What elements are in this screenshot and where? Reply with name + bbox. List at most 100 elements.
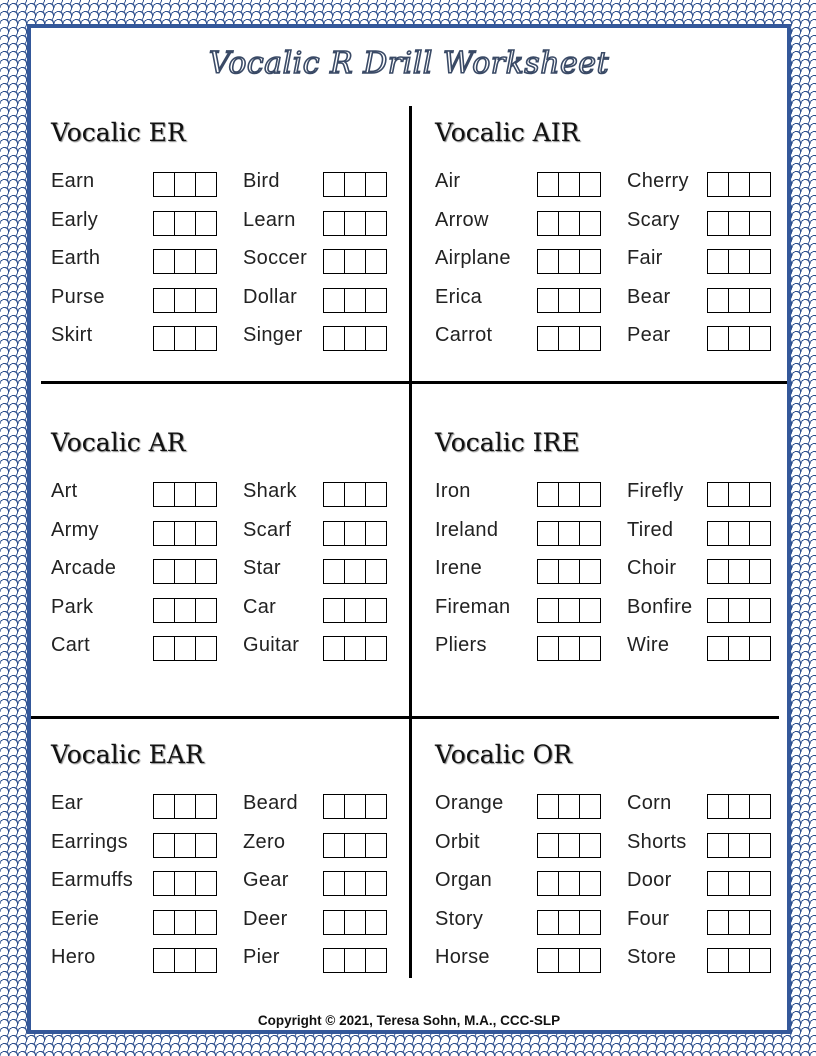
- tally-boxes[interactable]: [323, 948, 387, 973]
- tally-box[interactable]: [366, 173, 386, 196]
- tally-box[interactable]: [154, 911, 175, 934]
- tally-boxes[interactable]: [707, 598, 771, 623]
- tally-boxes[interactable]: [323, 249, 387, 274]
- tally-box[interactable]: [708, 173, 729, 196]
- tally-boxes[interactable]: [323, 521, 387, 546]
- tally-box[interactable]: [559, 250, 580, 273]
- tally-box[interactable]: [708, 949, 729, 972]
- tally-boxes[interactable]: [707, 521, 771, 546]
- tally-box[interactable]: [559, 834, 580, 857]
- tally-box[interactable]: [345, 289, 366, 312]
- tally-box[interactable]: [345, 483, 366, 506]
- tally-boxes[interactable]: [153, 948, 217, 973]
- tally-boxes[interactable]: [323, 910, 387, 935]
- tally-box[interactable]: [580, 522, 600, 545]
- tally-boxes[interactable]: [537, 559, 601, 584]
- tally-box[interactable]: [750, 599, 770, 622]
- tally-box[interactable]: [580, 637, 600, 660]
- tally-box[interactable]: [538, 637, 559, 660]
- tally-boxes[interactable]: [323, 636, 387, 661]
- tally-box[interactable]: [154, 795, 175, 818]
- tally-boxes[interactable]: [707, 559, 771, 584]
- tally-boxes[interactable]: [153, 211, 217, 236]
- tally-box[interactable]: [729, 911, 750, 934]
- tally-box[interactable]: [538, 173, 559, 196]
- tally-box[interactable]: [366, 599, 386, 622]
- tally-box[interactable]: [324, 599, 345, 622]
- tally-box[interactable]: [196, 872, 216, 895]
- tally-box[interactable]: [366, 289, 386, 312]
- tally-box[interactable]: [559, 949, 580, 972]
- tally-box[interactable]: [729, 599, 750, 622]
- tally-box[interactable]: [345, 560, 366, 583]
- tally-box[interactable]: [175, 637, 196, 660]
- tally-box[interactable]: [345, 911, 366, 934]
- tally-boxes[interactable]: [323, 794, 387, 819]
- tally-box[interactable]: [196, 483, 216, 506]
- tally-box[interactable]: [324, 949, 345, 972]
- tally-box[interactable]: [345, 327, 366, 350]
- tally-box[interactable]: [750, 560, 770, 583]
- tally-box[interactable]: [196, 560, 216, 583]
- tally-box[interactable]: [729, 250, 750, 273]
- tally-box[interactable]: [559, 599, 580, 622]
- tally-boxes[interactable]: [537, 482, 601, 507]
- tally-box[interactable]: [729, 872, 750, 895]
- tally-box[interactable]: [708, 560, 729, 583]
- tally-box[interactable]: [196, 212, 216, 235]
- tally-box[interactable]: [559, 483, 580, 506]
- tally-box[interactable]: [729, 522, 750, 545]
- tally-box[interactable]: [175, 289, 196, 312]
- tally-box[interactable]: [750, 173, 770, 196]
- tally-boxes[interactable]: [707, 871, 771, 896]
- tally-box[interactable]: [175, 949, 196, 972]
- tally-box[interactable]: [750, 250, 770, 273]
- tally-box[interactable]: [154, 327, 175, 350]
- tally-boxes[interactable]: [323, 559, 387, 584]
- tally-box[interactable]: [324, 560, 345, 583]
- tally-box[interactable]: [559, 872, 580, 895]
- tally-boxes[interactable]: [153, 482, 217, 507]
- tally-box[interactable]: [154, 949, 175, 972]
- tally-box[interactable]: [708, 911, 729, 934]
- tally-box[interactable]: [324, 911, 345, 934]
- tally-box[interactable]: [324, 250, 345, 273]
- tally-box[interactable]: [154, 250, 175, 273]
- tally-box[interactable]: [154, 872, 175, 895]
- tally-boxes[interactable]: [153, 249, 217, 274]
- tally-box[interactable]: [538, 250, 559, 273]
- tally-box[interactable]: [708, 250, 729, 273]
- tally-box[interactable]: [154, 637, 175, 660]
- tally-box[interactable]: [366, 949, 386, 972]
- tally-box[interactable]: [196, 250, 216, 273]
- tally-box[interactable]: [196, 289, 216, 312]
- tally-boxes[interactable]: [537, 521, 601, 546]
- tally-boxes[interactable]: [323, 172, 387, 197]
- tally-boxes[interactable]: [707, 326, 771, 351]
- tally-box[interactable]: [750, 327, 770, 350]
- tally-boxes[interactable]: [153, 172, 217, 197]
- tally-box[interactable]: [324, 289, 345, 312]
- tally-box[interactable]: [729, 834, 750, 857]
- tally-box[interactable]: [538, 599, 559, 622]
- tally-box[interactable]: [580, 212, 600, 235]
- tally-box[interactable]: [750, 834, 770, 857]
- tally-box[interactable]: [580, 872, 600, 895]
- tally-boxes[interactable]: [707, 249, 771, 274]
- tally-boxes[interactable]: [537, 172, 601, 197]
- tally-box[interactable]: [196, 522, 216, 545]
- tally-box[interactable]: [559, 795, 580, 818]
- tally-box[interactable]: [750, 637, 770, 660]
- tally-boxes[interactable]: [707, 910, 771, 935]
- tally-boxes[interactable]: [153, 833, 217, 858]
- tally-boxes[interactable]: [323, 211, 387, 236]
- tally-box[interactable]: [324, 327, 345, 350]
- tally-box[interactable]: [580, 327, 600, 350]
- tally-box[interactable]: [175, 795, 196, 818]
- tally-box[interactable]: [750, 483, 770, 506]
- tally-box[interactable]: [708, 795, 729, 818]
- tally-box[interactable]: [580, 795, 600, 818]
- tally-box[interactable]: [750, 522, 770, 545]
- tally-box[interactable]: [345, 795, 366, 818]
- tally-box[interactable]: [708, 289, 729, 312]
